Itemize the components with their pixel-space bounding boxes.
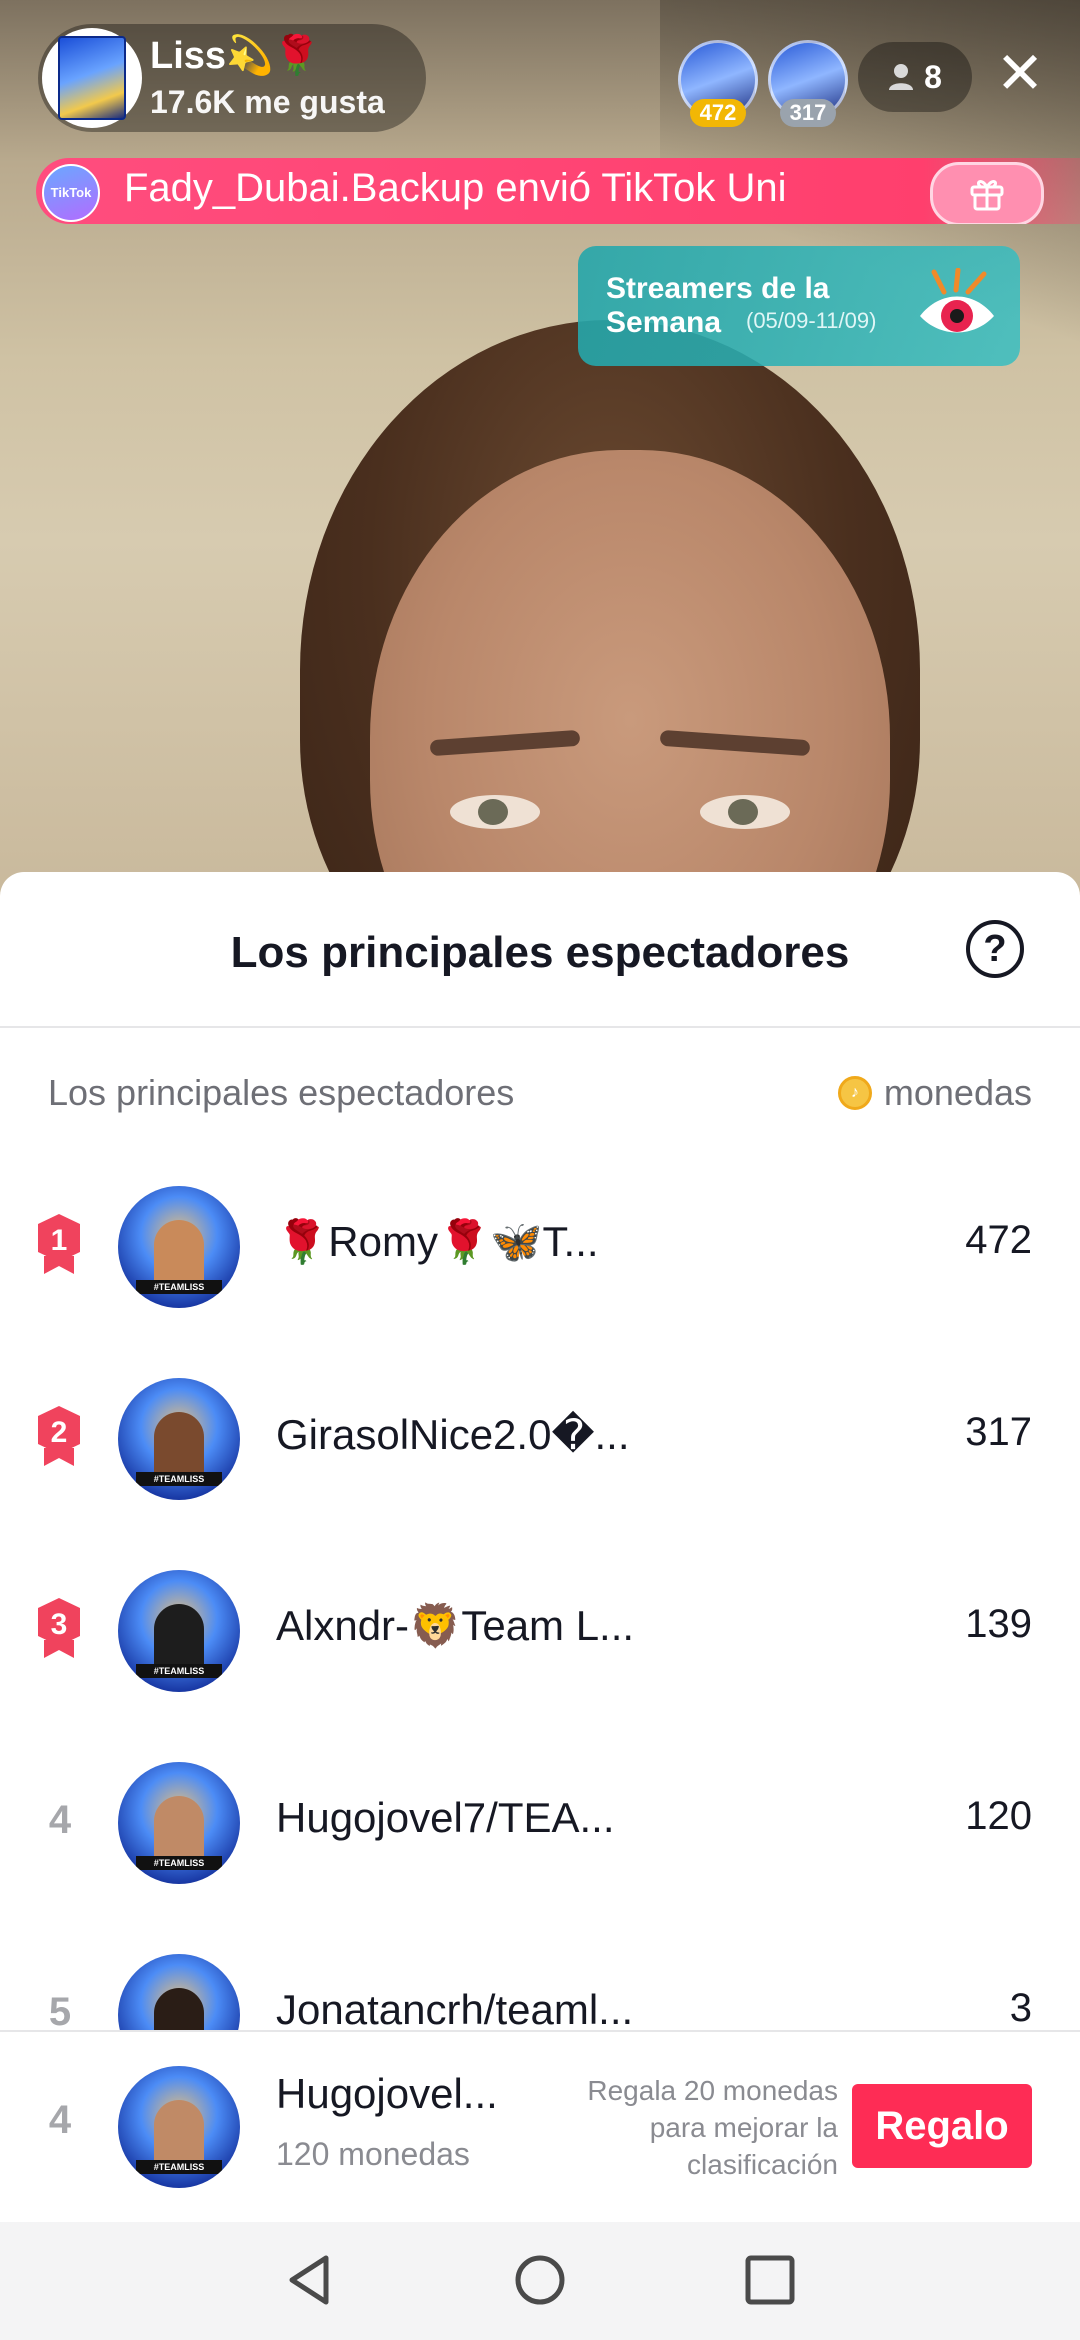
- avatar-tag: #TEAMLISS: [136, 1472, 222, 1486]
- host-name: Liss💫🌹: [150, 35, 321, 77]
- close-button[interactable]: ✕: [990, 44, 1050, 104]
- person-icon: [889, 64, 914, 90]
- gift-notification-banner[interactable]: TikTok LIVE Fady_Dubai.Backup envió TikT…: [36, 158, 1080, 224]
- live-stream-video: [0, 0, 1080, 900]
- top-viewer-1-score: 472: [690, 99, 746, 127]
- viewer-list[interactable]: 1 #TEAMLISS 🌹Romy🌹🦋T... 472 2 #TEAMLISS …: [0, 1000, 1080, 2030]
- viewer-name: GirasolNice2.0�...: [276, 1411, 630, 1458]
- gift-icon: [970, 180, 1004, 211]
- avatar[interactable]: #TEAMLISS: [118, 1378, 240, 1500]
- avatar[interactable]: #TEAMLISS: [118, 1762, 240, 1884]
- rank-number: 5: [48, 1990, 72, 2030]
- host-likes: 17.6K me gusta: [150, 84, 385, 120]
- avatar-person: [154, 1988, 204, 2030]
- streamers-week-card[interactable]: Streamers de la Semana (05/09-11/09): [578, 246, 1020, 366]
- sheet-title: Los principales espectadores: [230, 928, 850, 977]
- list-item[interactable]: 2 #TEAMLISS GirasolNice2.0�... 317: [0, 1374, 1080, 1502]
- top-viewer-1-avatar[interactable]: 472: [678, 40, 758, 127]
- left-eye: [450, 795, 540, 829]
- rank-number: 4: [48, 1798, 72, 1842]
- help-icon[interactable]: ?: [966, 920, 1024, 978]
- avatar[interactable]: #TEAMLISS: [118, 1186, 240, 1308]
- gift-button[interactable]: Regalo: [852, 2084, 1032, 2168]
- viewer-score: 139: [965, 1602, 1032, 1646]
- eye-icon: [920, 268, 994, 333]
- viewer-count-button[interactable]: 8: [858, 42, 972, 112]
- gift-notification-text: Fady_Dubai.Backup envió TikTok Uni: [124, 166, 787, 210]
- viewer-score: 317: [965, 1410, 1032, 1454]
- streamers-week-dates: (05/09-11/09): [746, 308, 877, 333]
- right-eye: [700, 795, 790, 829]
- top-viewer-2-avatar[interactable]: 317: [768, 40, 848, 127]
- rank-3-badge-icon: 3: [38, 1598, 80, 1658]
- viewer-name: 🌹Romy🌹🦋T...: [276, 1218, 599, 1265]
- viewer-count: 8: [924, 58, 942, 95]
- avatar[interactable]: [118, 1954, 240, 2030]
- viewer-score: 120: [965, 1794, 1032, 1838]
- viewer-name: Alxndr-🦁Team L...: [276, 1602, 635, 1649]
- my-name: Hugojovel...: [276, 2070, 498, 2117]
- close-icon: ✕: [995, 41, 1045, 106]
- list-item[interactable]: 1 #TEAMLISS 🌹Romy🌹🦋T... 472: [0, 1182, 1080, 1310]
- my-coins: 120 monedas: [276, 2136, 470, 2172]
- avatar-tag: #TEAMLISS: [136, 2160, 222, 2174]
- top-viewer-2-score: 317: [780, 99, 836, 127]
- my-rank-number: 4: [48, 2098, 72, 2142]
- list-item[interactable]: 4 #TEAMLISS Hugojovel7/TEA... 120: [0, 1758, 1080, 1886]
- viewer-name: Hugojovel7/TEA...: [276, 1794, 615, 1841]
- system-navigation-bar: [0, 2222, 1080, 2340]
- rank-1-badge-icon: 1: [38, 1214, 80, 1274]
- host-avatar[interactable]: [42, 28, 142, 128]
- gift-banner-button[interactable]: [930, 162, 1044, 224]
- back-icon[interactable]: [282, 2252, 338, 2308]
- rank-hint-text: Regala 20 monedas para mejorar la clasif…: [587, 2075, 838, 2180]
- rank-2-badge-icon: 2: [38, 1406, 80, 1466]
- recent-apps-icon[interactable]: [742, 2252, 798, 2308]
- list-item[interactable]: 3 #TEAMLISS Alxndr-🦁Team L... 139: [0, 1566, 1080, 1694]
- host-avatar-image: [58, 36, 126, 120]
- list-item[interactable]: 5 Jonatancrh/teaml... 3: [0, 1950, 1080, 2030]
- avatar[interactable]: #TEAMLISS: [118, 1570, 240, 1692]
- avatar-tag: #TEAMLISS: [136, 1280, 222, 1294]
- rank-2-number: 2: [51, 1416, 68, 1449]
- viewer-score: 472: [965, 1218, 1032, 1262]
- viewer-score: 3: [1009, 1986, 1032, 2030]
- my-avatar[interactable]: #TEAMLISS: [118, 2066, 240, 2188]
- host-info[interactable]: Liss💫🌹 17.6K me gusta: [38, 24, 426, 132]
- tiktok-live-icon: TikTok LIVE: [42, 164, 100, 222]
- avatar-tag: #TEAMLISS: [136, 1856, 222, 1870]
- my-rank-bar: 4 #TEAMLISS Hugojovel... 120 monedas Reg…: [0, 2030, 1080, 2224]
- home-icon[interactable]: [512, 2252, 568, 2308]
- rank-1-number: 1: [51, 1224, 68, 1257]
- avatar-tag: #TEAMLISS: [136, 1664, 222, 1678]
- rank-3-number: 3: [51, 1608, 68, 1641]
- viewer-name: Jonatancrh/teaml...: [276, 1986, 634, 2030]
